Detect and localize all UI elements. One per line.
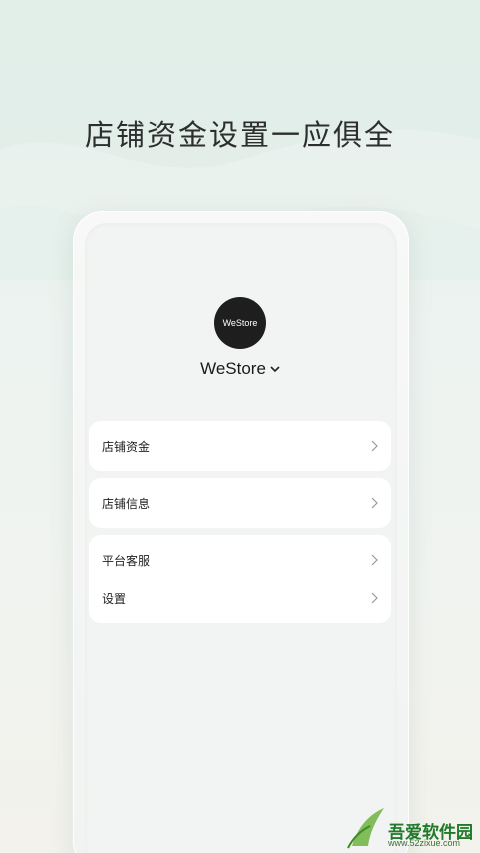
store-logo: WeStore <box>214 297 266 349</box>
menu-item-label: 店铺信息 <box>102 496 151 511</box>
store-switcher[interactable]: WeStore <box>190 357 290 381</box>
menu-item-customer-service[interactable]: 平台客服 <box>89 541 391 579</box>
menu-item-label: 设置 <box>102 591 127 606</box>
chevron-right-icon <box>371 592 378 604</box>
store-name: WeStore <box>200 359 266 378</box>
menu-card-info: 店铺信息 <box>89 478 391 528</box>
menu-item-label: 平台客服 <box>102 553 151 568</box>
chevron-right-icon <box>371 440 378 452</box>
watermark-url: www.52zixue.com <box>388 838 461 848</box>
menu-item-label: 店铺资金 <box>102 439 151 454</box>
chevron-right-icon <box>371 497 378 509</box>
promo-headline: 店铺资金设置一应俱全 <box>84 118 395 152</box>
chevron-down-icon <box>270 365 280 372</box>
menu-card-funds: 店铺资金 <box>89 421 391 471</box>
menu-item-settings[interactable]: 设置 <box>89 579 391 617</box>
chevron-right-icon <box>371 554 378 566</box>
store-logo-text: WeStore <box>222 318 258 328</box>
menu-item-store-info[interactable]: 店铺信息 <box>89 478 391 528</box>
menu-item-store-funds[interactable]: 店铺资金 <box>89 421 391 471</box>
menu-card-support: 平台客服 设置 <box>89 535 391 623</box>
